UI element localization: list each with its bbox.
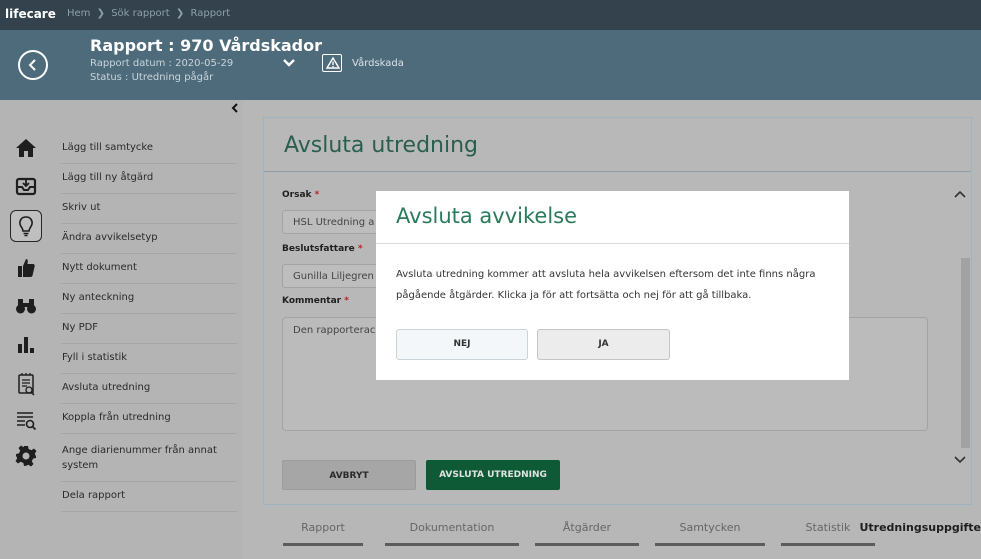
scrollbar-thumb[interactable] xyxy=(961,258,970,448)
dialog-message-line-2: pågående åtgärder. Klicka ja för att for… xyxy=(396,290,752,301)
yes-button[interactable]: JA xyxy=(537,329,670,360)
warning-icon xyxy=(322,54,342,72)
cancel-button[interactable]: AVBRYT xyxy=(282,460,416,490)
lightbulb-icon[interactable] xyxy=(10,210,42,242)
menu-item-fill-statistics[interactable]: Fyll i statistik xyxy=(61,352,237,374)
checklist-icon[interactable] xyxy=(10,368,42,400)
decision-maker-label: Beslutsfattare * xyxy=(282,244,363,254)
tab-investigation-details[interactable]: Utredningsuppgifte xyxy=(855,521,981,534)
reason-label: Orsak * xyxy=(282,190,320,200)
chevron-left-icon xyxy=(28,59,36,71)
close-deviation-dialog: Avsluta avvikelse Avsluta utredning komm… xyxy=(376,191,849,380)
tab-report[interactable]: Rapport xyxy=(283,521,363,546)
breadcrumb-search-report[interactable]: Sök rapport xyxy=(111,8,170,19)
reason-select[interactable]: HSL Utredning a xyxy=(282,210,382,234)
dialog-divider xyxy=(376,243,849,244)
bar-chart-icon[interactable] xyxy=(10,328,42,360)
inbox-icon[interactable] xyxy=(10,170,42,202)
tab-actions[interactable]: Åtgärder xyxy=(535,521,639,546)
close-investigation-button[interactable]: AVSLUTA UTREDNING xyxy=(426,460,560,490)
menu-item-print[interactable]: Skriv ut xyxy=(61,202,237,224)
binoculars-icon[interactable] xyxy=(10,290,42,322)
scroll-up-icon[interactable] xyxy=(954,190,966,198)
menu-item-new-document[interactable]: Nytt dokument xyxy=(61,262,237,284)
deviation-category: Vårdskada xyxy=(352,58,404,69)
report-header: Rapport : 970 Vårdskador Rapport datum :… xyxy=(0,30,981,100)
scroll-down-icon[interactable] xyxy=(954,456,966,464)
menu-item-diary-number[interactable]: Ange diarienummer från annat system xyxy=(61,442,237,482)
dialog-message: Avsluta utredning kommer att avsluta hel… xyxy=(396,264,841,306)
tab-documentation[interactable]: Dokumentation xyxy=(385,521,519,546)
breadcrumb-report: Rapport xyxy=(190,8,231,19)
menu-item-change-type[interactable]: Ändra avvikelsetyp xyxy=(61,232,237,254)
report-date: Rapport datum : 2020-05-29 xyxy=(90,58,234,69)
breadcrumb-separator-icon: ❯ xyxy=(96,8,105,19)
back-button[interactable] xyxy=(18,50,48,80)
chevron-down-icon[interactable] xyxy=(282,58,296,68)
breadcrumb: Hem ❯ Sök rapport ❯ Rapport xyxy=(67,8,233,19)
home-icon[interactable] xyxy=(10,132,42,164)
menu-item-new-note[interactable]: Ny anteckning xyxy=(61,292,237,314)
menu-item-disconnect-investigation[interactable]: Koppla från utredning xyxy=(61,412,237,434)
menu-item-add-action[interactable]: Lägg till ny åtgärd xyxy=(61,172,237,194)
dialog-title: Avsluta avvikelse xyxy=(396,204,578,228)
decision-maker-select[interactable]: Gunilla Liljegren xyxy=(282,264,382,288)
app-logo: lifecare xyxy=(5,7,56,21)
thumbs-up-icon[interactable] xyxy=(10,252,42,284)
comment-label: Kommentar * xyxy=(282,296,349,306)
list-search-icon[interactable] xyxy=(10,404,42,436)
menu-item-new-pdf[interactable]: Ny PDF xyxy=(61,322,237,344)
breadcrumb-home[interactable]: Hem xyxy=(67,8,90,19)
no-button[interactable]: NEJ xyxy=(396,329,528,360)
menu-item-close-investigation[interactable]: Avsluta utredning xyxy=(61,382,237,404)
dialog-message-line-1: Avsluta utredning kommer att avsluta hel… xyxy=(396,269,816,280)
breadcrumb-separator-icon: ❯ xyxy=(175,8,185,19)
menu-item-share-report[interactable]: Dela rapport xyxy=(61,490,237,512)
divider xyxy=(264,171,971,172)
report-status: Status : Utredning pågår xyxy=(90,72,214,83)
tab-consents[interactable]: Samtycken xyxy=(655,521,765,546)
card-title: Avsluta utredning xyxy=(284,133,478,158)
report-title: Rapport : 970 Vårdskador xyxy=(90,36,323,55)
top-bar: lifecare Hem ❯ Sök rapport ❯ Rapport xyxy=(0,0,981,30)
gear-icon[interactable] xyxy=(10,440,42,472)
menu-item-add-consent[interactable]: Lägg till samtycke xyxy=(61,142,237,164)
actions-menu: Lägg till samtycke Lägg till ny åtgärd S… xyxy=(55,100,243,559)
icon-rail xyxy=(0,100,55,559)
collapse-menu-icon[interactable] xyxy=(231,103,239,113)
